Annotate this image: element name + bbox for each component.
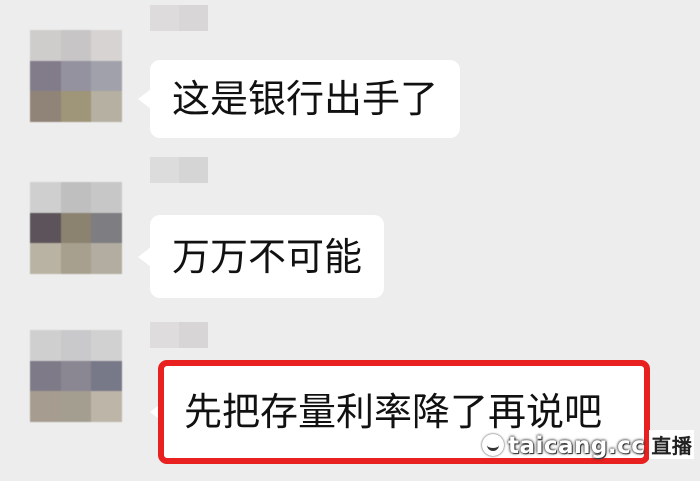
- avatar-pixel: [91, 182, 122, 213]
- avatar-3[interactable]: [30, 330, 122, 422]
- message-bubble-2[interactable]: 万万不可能: [137, 215, 385, 298]
- avatar-1[interactable]: [30, 30, 122, 122]
- avatar-pixel: [60, 212, 92, 244]
- avatar-pixel: [30, 391, 61, 422]
- message-text: 这是银行出手了: [172, 77, 439, 121]
- avatar-pixel: [60, 30, 92, 61]
- sender-name-blurred: [150, 157, 208, 183]
- message-text: 万万不可能: [172, 234, 363, 279]
- name-pixel: [179, 322, 208, 348]
- smiley-logo-icon: [482, 434, 504, 456]
- watermark-text: taicang.cc: [508, 433, 646, 459]
- avatar-pixel: [91, 360, 122, 392]
- avatar-pixel: [60, 60, 92, 92]
- sender-name-blurred: [150, 322, 208, 348]
- avatar-pixel: [30, 330, 61, 361]
- name-pixel: [179, 5, 208, 31]
- avatar-2[interactable]: [30, 182, 122, 274]
- avatar-pixel: [91, 243, 122, 274]
- avatar-pixel: [30, 30, 61, 61]
- avatar-pixel: [30, 91, 61, 122]
- avatar-pixel: [91, 91, 122, 122]
- message-bubble-1[interactable]: 这是银行出手了: [137, 60, 461, 138]
- name-pixel: [150, 322, 179, 348]
- watermark-badge: 直播: [649, 430, 695, 459]
- avatar-pixel: [60, 91, 92, 122]
- avatar-pixel: [91, 30, 122, 61]
- name-pixel: [179, 157, 208, 183]
- avatar-pixel: [30, 243, 61, 274]
- avatar-pixel: [60, 330, 92, 361]
- avatar-pixel: [60, 391, 92, 422]
- avatar-pixel: [91, 391, 122, 422]
- avatar-pixel: [91, 212, 122, 244]
- avatar-pixel: [30, 182, 61, 213]
- avatar-pixel: [30, 212, 61, 244]
- avatar-pixel: [60, 360, 92, 392]
- avatar-pixel: [91, 330, 122, 361]
- avatar-pixel: [30, 360, 61, 392]
- name-pixel: [150, 157, 179, 183]
- watermark: taicang.cc 直播: [482, 430, 695, 459]
- avatar-pixel: [30, 60, 61, 92]
- avatar-pixel: [60, 182, 92, 213]
- name-pixel: [150, 5, 179, 31]
- sender-name-blurred: [150, 5, 208, 31]
- avatar-pixel: [91, 60, 122, 92]
- avatar-pixel: [60, 243, 92, 274]
